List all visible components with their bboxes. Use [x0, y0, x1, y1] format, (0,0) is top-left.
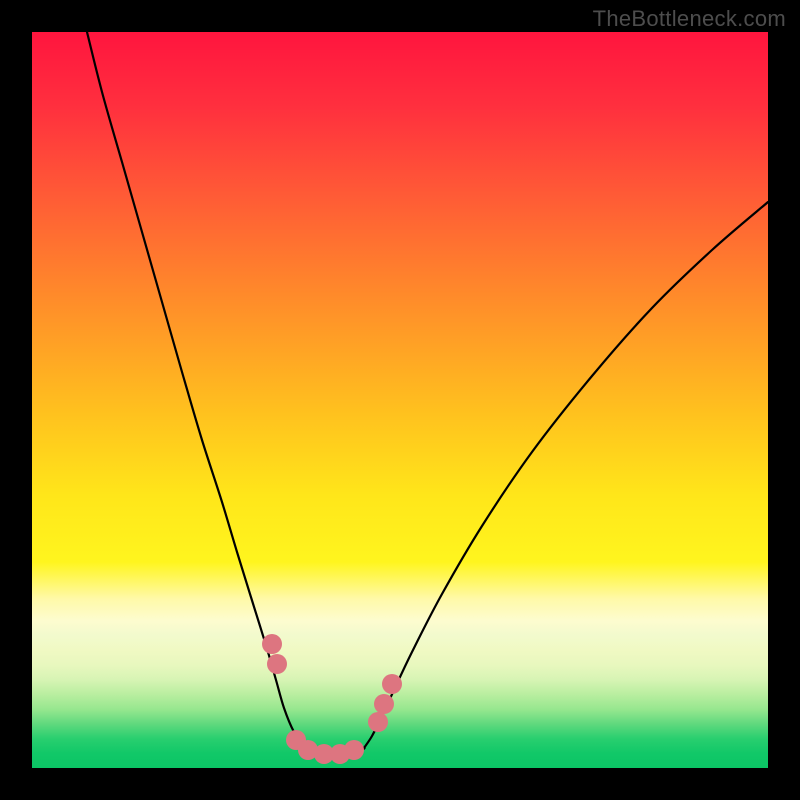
data-marker: [267, 654, 287, 674]
data-marker: [344, 740, 364, 760]
curve-layer: [32, 32, 768, 768]
data-marker: [368, 712, 388, 732]
bottleneck-curve: [87, 32, 768, 754]
data-marker: [382, 674, 402, 694]
curve-paths: [87, 32, 768, 754]
plot-area: [32, 32, 768, 768]
marker-group: [262, 634, 402, 764]
data-marker: [262, 634, 282, 654]
watermark-text: TheBottleneck.com: [593, 6, 786, 32]
data-marker: [374, 694, 394, 714]
